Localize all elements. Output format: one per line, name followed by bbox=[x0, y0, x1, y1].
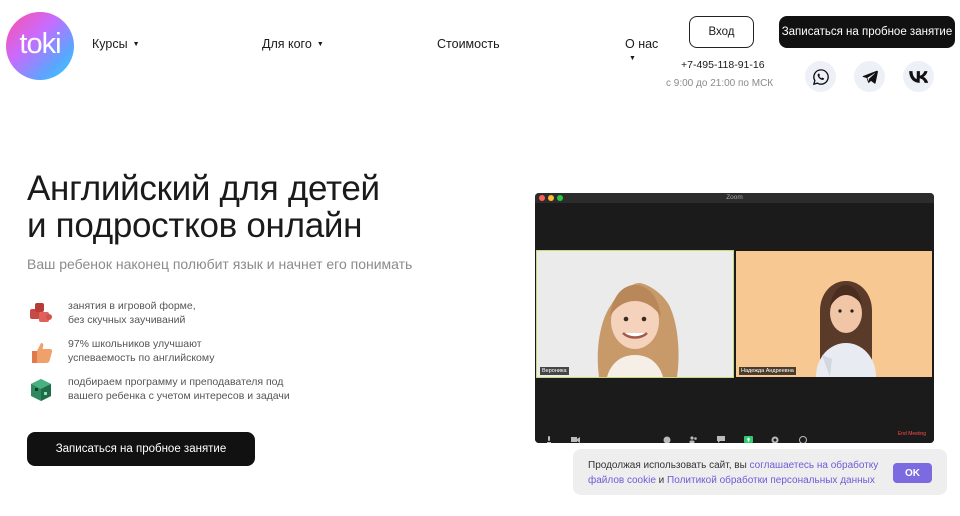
mic-icon bbox=[545, 431, 553, 443]
feature-item: занятия в игровой форме, без скучных зау… bbox=[27, 300, 196, 328]
nav-about[interactable]: О нас bbox=[625, 37, 658, 51]
reactions-icon bbox=[799, 431, 807, 443]
hero-subtitle: Ваш ребенок наконец полюбит язык и начне… bbox=[27, 256, 413, 272]
feature-item: подбираем программу и преподавателя под … bbox=[27, 376, 290, 404]
nav-for-whom[interactable]: Для кого ▼ bbox=[262, 37, 324, 51]
phone-number[interactable]: +7-495-118-91-16 bbox=[681, 59, 765, 71]
cookie-text-mid: и bbox=[655, 474, 668, 486]
hero-title-line2: и подростков онлайн bbox=[27, 206, 363, 245]
feature-line: подбираем программу и преподавателя под bbox=[68, 376, 284, 388]
login-button-label: Вход bbox=[708, 26, 735, 38]
video-call-illustration: Zoom Вероника Надежда Андреевна End Meet… bbox=[535, 193, 934, 443]
security-icon bbox=[663, 431, 671, 443]
vk-button[interactable] bbox=[903, 61, 934, 92]
feature-line: без скучных заучиваний bbox=[68, 313, 186, 326]
login-button[interactable]: Вход bbox=[689, 16, 754, 48]
participant-photo bbox=[537, 251, 733, 377]
zoom-title-bar: Zoom bbox=[535, 193, 934, 203]
hero-title-line1: Английский для детей bbox=[27, 169, 380, 208]
hero-title: Английский для детей и подростков онлайн bbox=[27, 170, 380, 244]
logo[interactable]: toki bbox=[6, 12, 74, 80]
nav-about-label: О нас bbox=[625, 37, 659, 51]
telegram-button[interactable] bbox=[854, 61, 885, 92]
camera-icon bbox=[571, 431, 580, 443]
logo-text: toki bbox=[19, 27, 61, 60]
cookie-text-start: Продолжая использовать сайт, вы bbox=[588, 460, 750, 471]
share-screen-icon bbox=[744, 431, 753, 443]
nav-courses-label: Курсы bbox=[92, 37, 128, 51]
telegram-icon bbox=[862, 70, 878, 84]
cookie-ok-label: OK bbox=[905, 467, 920, 479]
nav-for-whom-label: Для кого bbox=[262, 37, 312, 51]
feature-line: занятия в игровой форме, bbox=[68, 300, 196, 312]
privacy-policy-link[interactable]: Политикой обработки персональных данных bbox=[667, 475, 875, 486]
zoom-toolbar: End Meeting bbox=[535, 427, 934, 443]
nav-pricing-label: Стоимость bbox=[437, 37, 500, 51]
thumbs-up-icon bbox=[32, 343, 53, 363]
whatsapp-button[interactable] bbox=[805, 61, 836, 92]
feature-line: вашего ребенка с учетом интересов и зада… bbox=[68, 389, 290, 402]
record-icon bbox=[771, 431, 779, 443]
nav-courses[interactable]: Курсы ▼ bbox=[92, 37, 140, 51]
feature-line: успеваемость по английскому bbox=[68, 351, 215, 364]
nav-pricing[interactable]: Стоимость bbox=[437, 37, 500, 51]
cookie-banner: Продолжая использовать сайт, вы соглашае… bbox=[573, 449, 947, 495]
cookie-ok-button[interactable]: OK bbox=[893, 463, 932, 483]
participants-icon bbox=[689, 431, 697, 443]
hero-trial-button[interactable]: Записаться на пробное занятие bbox=[27, 432, 255, 466]
end-meeting-label: End Meeting bbox=[897, 431, 926, 437]
cube-icon bbox=[31, 379, 51, 401]
participant-name: Вероника bbox=[540, 367, 569, 375]
video-tile: Вероника bbox=[536, 250, 734, 378]
caret-down-icon[interactable]: ▼ bbox=[629, 55, 636, 62]
cookie-text: Продолжая использовать сайт, вы соглашае… bbox=[588, 459, 888, 488]
zoom-window-title: Zoom bbox=[726, 194, 743, 201]
header-trial-button-label: Записаться на пробное занятие bbox=[781, 26, 953, 38]
working-hours: с 9:00 до 21:00 по МСК bbox=[666, 78, 774, 89]
chat-icon bbox=[717, 431, 725, 443]
caret-down-icon: ▼ bbox=[316, 40, 324, 48]
hero-trial-button-label: Записаться на пробное занятие bbox=[55, 443, 227, 455]
feature-item: 97% школьников улучшают успеваемость по … bbox=[27, 338, 214, 366]
header-trial-button[interactable]: Записаться на пробное занятие bbox=[779, 16, 955, 48]
vk-icon bbox=[908, 70, 928, 83]
feature-line: 97% школьников улучшают bbox=[68, 338, 202, 350]
caret-down-icon: ▼ bbox=[132, 40, 140, 48]
whatsapp-icon bbox=[812, 68, 829, 85]
video-tile: Надежда Андреевна bbox=[736, 251, 932, 377]
participant-name: Надежда Андреевна bbox=[739, 367, 796, 375]
puzzle-icon bbox=[30, 303, 52, 322]
participant-photo bbox=[736, 251, 932, 377]
